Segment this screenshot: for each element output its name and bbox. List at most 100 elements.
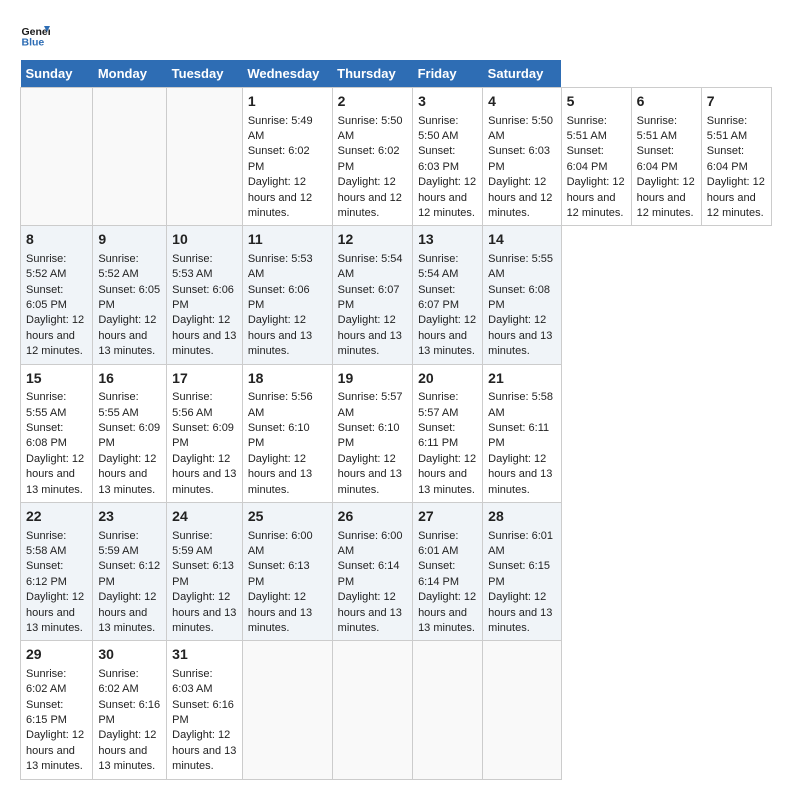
sunset-text: Sunset: 6:02 PM (248, 145, 310, 172)
day-number: 8 (26, 230, 87, 250)
sunset-text: Sunset: 6:04 PM (637, 145, 678, 172)
sunrise-text: Sunrise: 6:02 AM (98, 668, 138, 695)
daylight-text: Daylight: 12 hours and 13 minutes. (488, 591, 552, 634)
day-number: 31 (172, 645, 237, 665)
day-number: 26 (338, 507, 407, 527)
sunrise-text: Sunrise: 5:51 AM (637, 115, 677, 142)
sunrise-text: Sunrise: 5:51 AM (567, 115, 607, 142)
day-cell-6: 6 Sunrise: 5:51 AM Sunset: 6:04 PM Dayli… (631, 88, 701, 226)
day-number: 17 (172, 369, 237, 389)
daylight-text: Daylight: 12 hours and 12 minutes. (488, 176, 552, 219)
sunrise-text: Sunrise: 5:54 AM (338, 253, 403, 280)
day-cell-27: 27 Sunrise: 6:01 AM Sunset: 6:14 PM Dayl… (413, 502, 483, 640)
day-number: 20 (418, 369, 477, 389)
header-cell-monday: Monday (93, 60, 167, 88)
sunrise-text: Sunrise: 5:51 AM (707, 115, 747, 142)
day-number: 22 (26, 507, 87, 527)
daylight-text: Daylight: 12 hours and 13 minutes. (338, 453, 402, 496)
header-cell-friday: Friday (413, 60, 483, 88)
sunrise-text: Sunrise: 6:00 AM (338, 530, 403, 557)
day-number: 21 (488, 369, 555, 389)
daylight-text: Daylight: 12 hours and 13 minutes. (98, 453, 156, 496)
daylight-text: Daylight: 12 hours and 13 minutes. (248, 314, 312, 357)
day-number: 2 (338, 92, 407, 112)
sunset-text: Sunset: 6:10 PM (248, 422, 310, 449)
sunrise-text: Sunrise: 5:52 AM (26, 253, 66, 280)
day-cell-5: 5 Sunrise: 5:51 AM Sunset: 6:04 PM Dayli… (561, 88, 631, 226)
sunrise-text: Sunrise: 5:50 AM (338, 115, 403, 142)
day-number: 14 (488, 230, 555, 250)
daylight-text: Daylight: 12 hours and 13 minutes. (418, 591, 476, 634)
sunset-text: Sunset: 6:12 PM (26, 560, 67, 587)
sunrise-text: Sunrise: 5:49 AM (248, 115, 313, 142)
week-row-5: 29 Sunrise: 6:02 AM Sunset: 6:15 PM Dayl… (21, 641, 772, 779)
day-cell-24: 24 Sunrise: 5:59 AM Sunset: 6:13 PM Dayl… (167, 502, 243, 640)
daylight-text: Daylight: 12 hours and 12 minutes. (26, 314, 84, 357)
day-cell-1: 1 Sunrise: 5:49 AM Sunset: 6:02 PM Dayli… (242, 88, 332, 226)
sunset-text: Sunset: 6:09 PM (172, 422, 234, 449)
day-cell-30: 30 Sunrise: 6:02 AM Sunset: 6:16 PM Dayl… (93, 641, 167, 779)
sunset-text: Sunset: 6:14 PM (338, 560, 400, 587)
daylight-text: Daylight: 12 hours and 13 minutes. (172, 314, 236, 357)
day-number: 15 (26, 369, 87, 389)
daylight-text: Daylight: 12 hours and 13 minutes. (26, 729, 84, 772)
empty-cell (21, 88, 93, 226)
day-number: 18 (248, 369, 327, 389)
day-number: 29 (26, 645, 87, 665)
daylight-text: Daylight: 12 hours and 12 minutes. (248, 176, 312, 219)
sunrise-text: Sunrise: 6:02 AM (26, 668, 66, 695)
sunset-text: Sunset: 6:07 PM (418, 284, 459, 311)
daylight-text: Daylight: 12 hours and 13 minutes. (26, 453, 84, 496)
sunrise-text: Sunrise: 5:59 AM (172, 530, 212, 557)
day-number: 30 (98, 645, 161, 665)
header-row: SundayMondayTuesdayWednesdayThursdayFrid… (21, 60, 772, 88)
daylight-text: Daylight: 12 hours and 13 minutes. (248, 453, 312, 496)
header-cell-thursday: Thursday (332, 60, 412, 88)
empty-cell (413, 641, 483, 779)
day-cell-3: 3 Sunrise: 5:50 AM Sunset: 6:03 PM Dayli… (413, 88, 483, 226)
sunrise-text: Sunrise: 5:55 AM (98, 391, 138, 418)
day-cell-8: 8 Sunrise: 5:52 AM Sunset: 6:05 PM Dayli… (21, 226, 93, 364)
header-cell-sunday: Sunday (21, 60, 93, 88)
sunset-text: Sunset: 6:03 PM (488, 145, 550, 172)
empty-cell (332, 641, 412, 779)
sunset-text: Sunset: 6:02 PM (338, 145, 400, 172)
day-cell-28: 28 Sunrise: 6:01 AM Sunset: 6:15 PM Dayl… (483, 502, 561, 640)
sunset-text: Sunset: 6:08 PM (26, 422, 67, 449)
empty-cell (167, 88, 243, 226)
daylight-text: Daylight: 12 hours and 12 minutes. (567, 176, 625, 219)
week-row-4: 22 Sunrise: 5:58 AM Sunset: 6:12 PM Dayl… (21, 502, 772, 640)
sunset-text: Sunset: 6:16 PM (172, 699, 234, 726)
sunset-text: Sunset: 6:06 PM (172, 284, 234, 311)
day-cell-13: 13 Sunrise: 5:54 AM Sunset: 6:07 PM Dayl… (413, 226, 483, 364)
daylight-text: Daylight: 12 hours and 13 minutes. (488, 453, 552, 496)
daylight-text: Daylight: 12 hours and 12 minutes. (418, 176, 476, 219)
sunset-text: Sunset: 6:06 PM (248, 284, 310, 311)
header-cell-tuesday: Tuesday (167, 60, 243, 88)
day-number: 5 (567, 92, 626, 112)
logo: General Blue (20, 20, 54, 50)
day-number: 3 (418, 92, 477, 112)
day-number: 27 (418, 507, 477, 527)
daylight-text: Daylight: 12 hours and 12 minutes. (338, 176, 402, 219)
day-cell-11: 11 Sunrise: 5:53 AM Sunset: 6:06 PM Dayl… (242, 226, 332, 364)
daylight-text: Daylight: 12 hours and 13 minutes. (98, 314, 156, 357)
header-cell-wednesday: Wednesday (242, 60, 332, 88)
sunrise-text: Sunrise: 5:59 AM (98, 530, 138, 557)
daylight-text: Daylight: 12 hours and 13 minutes. (338, 314, 402, 357)
sunset-text: Sunset: 6:11 PM (418, 422, 458, 449)
sunrise-text: Sunrise: 6:03 AM (172, 668, 212, 695)
sunrise-text: Sunrise: 5:53 AM (172, 253, 212, 280)
day-cell-10: 10 Sunrise: 5:53 AM Sunset: 6:06 PM Dayl… (167, 226, 243, 364)
page-header: General Blue (20, 20, 772, 50)
sunset-text: Sunset: 6:14 PM (418, 560, 459, 587)
day-cell-19: 19 Sunrise: 5:57 AM Sunset: 6:10 PM Dayl… (332, 364, 412, 502)
day-number: 10 (172, 230, 237, 250)
sunrise-text: Sunrise: 5:58 AM (488, 391, 553, 418)
sunset-text: Sunset: 6:10 PM (338, 422, 400, 449)
daylight-text: Daylight: 12 hours and 13 minutes. (338, 591, 402, 634)
sunset-text: Sunset: 6:04 PM (707, 145, 748, 172)
day-cell-22: 22 Sunrise: 5:58 AM Sunset: 6:12 PM Dayl… (21, 502, 93, 640)
empty-cell (483, 641, 561, 779)
sunset-text: Sunset: 6:05 PM (26, 284, 67, 311)
